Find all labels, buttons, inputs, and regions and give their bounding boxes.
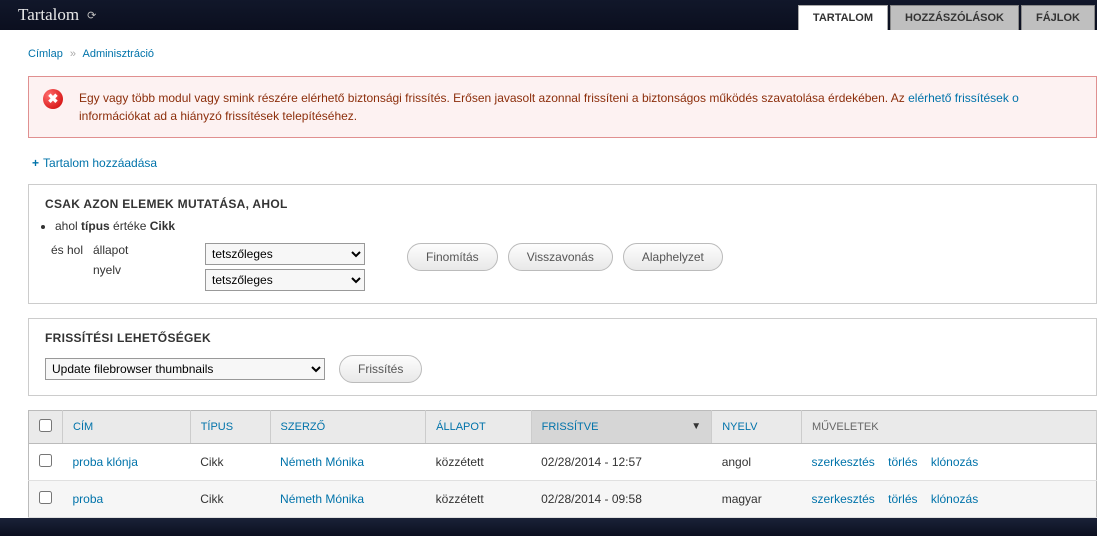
alert-text-after: információkat ad a hiányzó frissítések t… <box>79 109 357 123</box>
delete-link[interactable]: törlés <box>888 455 917 469</box>
primary-tabs: TARTALOM HOZZÁSZÓLÁSOK FÁJLOK <box>798 0 1097 30</box>
content-type-cell: Cikk <box>190 444 270 481</box>
content-author-link[interactable]: Németh Mónika <box>280 492 364 506</box>
undo-button[interactable]: Visszavonás <box>508 243 613 271</box>
filter-lang-select[interactable]: tetszőleges <box>205 269 365 291</box>
error-icon: ✖ <box>43 89 63 109</box>
clone-link[interactable]: klónozás <box>931 492 978 506</box>
breadcrumb-current[interactable]: Adminisztráció <box>82 48 154 60</box>
content-lang-cell: magyar <box>712 481 802 518</box>
edit-link[interactable]: szerkesztés <box>811 455 874 469</box>
table-row: proba klónja Cikk Németh Mónika közzétet… <box>29 444 1097 481</box>
content-updated-cell: 02/28/2014 - 12:57 <box>531 444 712 481</box>
content-lang-cell: angol <box>712 444 802 481</box>
edit-link[interactable]: szerkesztés <box>811 492 874 506</box>
plus-icon: + <box>32 156 39 170</box>
col-header-lang[interactable]: NYELV <box>712 411 802 444</box>
page-title: Tartalom ⟳ <box>0 0 114 30</box>
update-panel-title: FRISSÍTÉSI LEHETŐSÉGEK <box>45 331 1080 345</box>
breadcrumb: Címlap » Adminisztráció <box>28 48 1097 60</box>
circle-icon: ⟳ <box>87 9 96 22</box>
row-checkbox[interactable] <box>39 454 52 467</box>
security-alert: ✖ Egy vagy több modul vagy smink részére… <box>28 76 1097 138</box>
col-header-type[interactable]: TÍPUS <box>190 411 270 444</box>
alert-text: Egy vagy több modul vagy smink részére e… <box>79 91 908 105</box>
col-header-title[interactable]: CÍM <box>63 411 191 444</box>
delete-link[interactable]: törlés <box>888 492 917 506</box>
add-content-link[interactable]: Tartalom hozzáadása <box>43 156 157 170</box>
alert-updates-link[interactable]: elérhető frissítések o <box>908 91 1019 105</box>
tab-fajlok[interactable]: FÁJLOK <box>1021 5 1095 30</box>
select-all-checkbox[interactable] <box>39 419 52 432</box>
col-header-ops: MŰVELETEK <box>801 411 1096 444</box>
tab-tartalom[interactable]: TARTALOM <box>798 5 888 30</box>
update-button[interactable]: Frissítés <box>339 355 422 383</box>
filter-panel-title: CSAK AZON ELEMEK MUTATÁSA, AHOL <box>45 197 1080 211</box>
filter-andwhere-label: és hol <box>45 243 83 257</box>
content-title-link[interactable]: proba klónja <box>73 455 138 469</box>
col-header-updated[interactable]: FRISSÍTVE▼ <box>531 411 712 444</box>
filter-condition: ahol típus értéke Cikk <box>55 219 1080 233</box>
filter-status-select[interactable]: tetszőleges <box>205 243 365 265</box>
sort-desc-icon: ▼ <box>691 421 701 432</box>
filter-status-label: állapot <box>93 243 193 257</box>
content-type-cell: Cikk <box>190 481 270 518</box>
filter-panel: CSAK AZON ELEMEK MUTATÁSA, AHOL ahol típ… <box>28 184 1097 304</box>
clone-link[interactable]: klónozás <box>931 455 978 469</box>
content-updated-cell: 02/28/2014 - 09:58 <box>531 481 712 518</box>
content-title-link[interactable]: proba <box>73 492 104 506</box>
content-author-link[interactable]: Németh Mónika <box>280 455 364 469</box>
tab-hozzaszolasok[interactable]: HOZZÁSZÓLÁSOK <box>890 5 1019 30</box>
col-header-author[interactable]: SZERZŐ <box>270 411 426 444</box>
update-operation-select[interactable]: Update filebrowser thumbnails <box>45 358 325 380</box>
refine-button[interactable]: Finomítás <box>407 243 498 271</box>
col-header-checkbox <box>29 411 63 444</box>
footer-bar <box>0 518 1097 536</box>
content-status-cell: közzétett <box>426 481 531 518</box>
filter-lang-label: nyelv <box>93 263 193 277</box>
topbar: Tartalom ⟳ TARTALOM HOZZÁSZÓLÁSOK FÁJLOK <box>0 0 1097 30</box>
breadcrumb-home[interactable]: Címlap <box>28 48 63 60</box>
update-panel: FRISSÍTÉSI LEHETŐSÉGEK Update filebrowse… <box>28 318 1097 396</box>
row-checkbox[interactable] <box>39 491 52 504</box>
content-table: CÍM TÍPUS SZERZŐ ÁLLAPOT FRISSÍTVE▼ NYEL… <box>28 410 1097 518</box>
content-status-cell: közzétett <box>426 444 531 481</box>
reset-button[interactable]: Alaphelyzet <box>623 243 723 271</box>
table-row: proba Cikk Németh Mónika közzétett 02/28… <box>29 481 1097 518</box>
col-header-status[interactable]: ÁLLAPOT <box>426 411 531 444</box>
